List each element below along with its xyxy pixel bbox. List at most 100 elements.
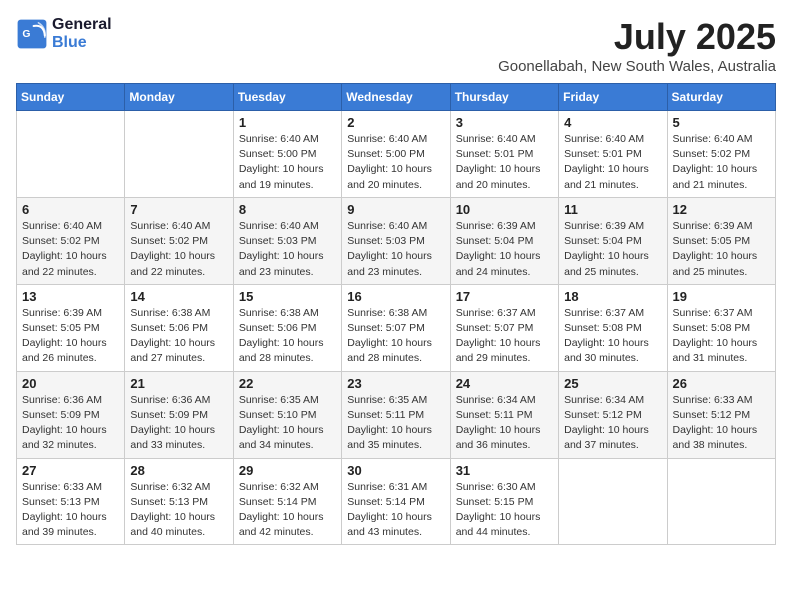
calendar-cell: 12 Sunrise: 6:39 AMSunset: 5:05 PMDayligh… bbox=[667, 197, 775, 284]
calendar-header-row: SundayMondayTuesdayWednesdayThursdayFrid… bbox=[17, 84, 776, 111]
calendar-cell: 11 Sunrise: 6:39 AMSunset: 5:04 PMDayligh… bbox=[559, 197, 667, 284]
day-info: Sunrise: 6:36 AMSunset: 5:09 PMDaylight:… bbox=[130, 393, 227, 454]
calendar-cell: 26Sunrise: 6:33 AMSunset: 5:12 PMDayligh… bbox=[667, 371, 775, 458]
calendar-cell bbox=[667, 458, 775, 545]
calendar-cell: 4 Sunrise: 6:40 AMSunset: 5:01 PMDaylight… bbox=[559, 111, 667, 198]
calendar-cell: 20 Sunrise: 6:36 AMSunset: 5:09 PMDayligh… bbox=[17, 371, 125, 458]
calendar-cell: 17 Sunrise: 6:37 AMSunset: 5:07 PMDayligh… bbox=[450, 284, 558, 371]
day-number: 11 bbox=[564, 202, 661, 217]
day-info: Sunrise: 6:40 AMSunset: 5:02 PMDaylight:… bbox=[673, 132, 770, 193]
calendar-cell: 31Sunrise: 6:30 AMSunset: 5:15 PMDayligh… bbox=[450, 458, 558, 545]
day-number: 30 bbox=[347, 463, 444, 478]
day-number: 19 bbox=[673, 289, 770, 304]
day-number: 12 bbox=[673, 202, 770, 217]
calendar-week-row: 27 Sunrise: 6:33 AMSunset: 5:13 PMDayligh… bbox=[17, 458, 776, 545]
day-info: Sunrise: 6:37 AMSunset: 5:08 PMDaylight:… bbox=[564, 306, 661, 367]
location-subtitle: Goonellabah, New South Wales, Australia bbox=[498, 58, 776, 75]
day-info: Sunrise: 6:35 AMSunset: 5:10 PMDaylight:… bbox=[239, 393, 336, 454]
calendar-cell: 29 Sunrise: 6:32 AMSunset: 5:14 PMDayligh… bbox=[233, 458, 341, 545]
day-number: 13 bbox=[22, 289, 119, 304]
calendar-cell: 15 Sunrise: 6:38 AMSunset: 5:06 PMDayligh… bbox=[233, 284, 341, 371]
calendar-cell: 21 Sunrise: 6:36 AMSunset: 5:09 PMDayligh… bbox=[125, 371, 233, 458]
day-number: 20 bbox=[22, 376, 119, 391]
calendar-cell: 2 Sunrise: 6:40 AMSunset: 5:00 PMDaylight… bbox=[342, 111, 450, 198]
month-year-title: July 2025 bbox=[498, 16, 776, 58]
day-number: 29 bbox=[239, 463, 336, 478]
day-info: Sunrise: 6:40 AMSunset: 5:01 PMDaylight:… bbox=[564, 132, 661, 193]
svg-text:G: G bbox=[22, 29, 30, 40]
calendar-body: 1Sunrise: 6:40 AMSunset: 5:00 PMDaylight… bbox=[17, 111, 776, 545]
calendar-cell: 3Sunrise: 6:40 AMSunset: 5:01 PMDaylight… bbox=[450, 111, 558, 198]
calendar-table: SundayMondayTuesdayWednesdayThursdayFrid… bbox=[16, 83, 776, 545]
day-number: 25 bbox=[564, 376, 661, 391]
day-info: Sunrise: 6:38 AMSunset: 5:06 PMDaylight:… bbox=[130, 306, 227, 367]
day-number: 31 bbox=[456, 463, 553, 478]
calendar-week-row: 20 Sunrise: 6:36 AMSunset: 5:09 PMDayligh… bbox=[17, 371, 776, 458]
day-number: 5 bbox=[673, 115, 770, 130]
day-number: 10 bbox=[456, 202, 553, 217]
day-number: 6 bbox=[22, 202, 119, 217]
day-info: Sunrise: 6:40 AMSunset: 5:02 PMDaylight:… bbox=[22, 219, 119, 280]
day-number: 17 bbox=[456, 289, 553, 304]
day-info: Sunrise: 6:40 AMSunset: 5:03 PMDaylight:… bbox=[347, 219, 444, 280]
calendar-cell: 24Sunrise: 6:34 AMSunset: 5:11 PMDayligh… bbox=[450, 371, 558, 458]
day-info: Sunrise: 6:39 AMSunset: 5:05 PMDaylight:… bbox=[22, 306, 119, 367]
day-info: Sunrise: 6:33 AMSunset: 5:12 PMDaylight:… bbox=[673, 393, 770, 454]
calendar-header-thursday: Thursday bbox=[450, 84, 558, 111]
day-info: Sunrise: 6:34 AMSunset: 5:12 PMDaylight:… bbox=[564, 393, 661, 454]
calendar-cell: 28 Sunrise: 6:32 AMSunset: 5:13 PMDayligh… bbox=[125, 458, 233, 545]
day-number: 15 bbox=[239, 289, 336, 304]
day-info: Sunrise: 6:40 AMSunset: 5:01 PMDaylight:… bbox=[456, 132, 553, 193]
day-info: Sunrise: 6:33 AMSunset: 5:13 PMDaylight:… bbox=[22, 480, 119, 541]
calendar-cell: 1Sunrise: 6:40 AMSunset: 5:00 PMDaylight… bbox=[233, 111, 341, 198]
logo-icon: G bbox=[16, 18, 48, 50]
day-info: Sunrise: 6:37 AMSunset: 5:07 PMDaylight:… bbox=[456, 306, 553, 367]
day-info: Sunrise: 6:35 AMSunset: 5:11 PMDaylight:… bbox=[347, 393, 444, 454]
calendar-cell: 5 Sunrise: 6:40 AMSunset: 5:02 PMDaylight… bbox=[667, 111, 775, 198]
day-number: 16 bbox=[347, 289, 444, 304]
calendar-cell: 16Sunrise: 6:38 AMSunset: 5:07 PMDayligh… bbox=[342, 284, 450, 371]
day-info: Sunrise: 6:32 AMSunset: 5:13 PMDaylight:… bbox=[130, 480, 227, 541]
calendar-cell: 8Sunrise: 6:40 AMSunset: 5:03 PMDaylight… bbox=[233, 197, 341, 284]
day-info: Sunrise: 6:31 AMSunset: 5:14 PMDaylight:… bbox=[347, 480, 444, 541]
day-number: 21 bbox=[130, 376, 227, 391]
day-number: 27 bbox=[22, 463, 119, 478]
day-info: Sunrise: 6:39 AMSunset: 5:05 PMDaylight:… bbox=[673, 219, 770, 280]
calendar-cell: 25 Sunrise: 6:34 AMSunset: 5:12 PMDayligh… bbox=[559, 371, 667, 458]
title-area: July 2025 Goonellabah, New South Wales, … bbox=[498, 16, 776, 75]
day-info: Sunrise: 6:37 AMSunset: 5:08 PMDaylight:… bbox=[673, 306, 770, 367]
day-info: Sunrise: 6:39 AMSunset: 5:04 PMDaylight:… bbox=[456, 219, 553, 280]
day-info: Sunrise: 6:34 AMSunset: 5:11 PMDaylight:… bbox=[456, 393, 553, 454]
calendar-cell: 10 Sunrise: 6:39 AMSunset: 5:04 PMDayligh… bbox=[450, 197, 558, 284]
calendar-week-row: 1Sunrise: 6:40 AMSunset: 5:00 PMDaylight… bbox=[17, 111, 776, 198]
day-info: Sunrise: 6:40 AMSunset: 5:03 PMDaylight:… bbox=[239, 219, 336, 280]
day-number: 22 bbox=[239, 376, 336, 391]
calendar-cell: 7 Sunrise: 6:40 AMSunset: 5:02 PMDaylight… bbox=[125, 197, 233, 284]
day-info: Sunrise: 6:32 AMSunset: 5:14 PMDaylight:… bbox=[239, 480, 336, 541]
calendar-header-sunday: Sunday bbox=[17, 84, 125, 111]
calendar-header-monday: Monday bbox=[125, 84, 233, 111]
calendar-cell bbox=[559, 458, 667, 545]
day-info: Sunrise: 6:40 AMSunset: 5:00 PMDaylight:… bbox=[239, 132, 336, 193]
day-info: Sunrise: 6:36 AMSunset: 5:09 PMDaylight:… bbox=[22, 393, 119, 454]
calendar-week-row: 13 Sunrise: 6:39 AMSunset: 5:05 PMDayligh… bbox=[17, 284, 776, 371]
calendar-header-tuesday: Tuesday bbox=[233, 84, 341, 111]
day-info: Sunrise: 6:40 AMSunset: 5:02 PMDaylight:… bbox=[130, 219, 227, 280]
calendar-cell: 9Sunrise: 6:40 AMSunset: 5:03 PMDaylight… bbox=[342, 197, 450, 284]
calendar-cell: 19 Sunrise: 6:37 AMSunset: 5:08 PMDayligh… bbox=[667, 284, 775, 371]
logo: G General Blue bbox=[16, 16, 112, 51]
day-info: Sunrise: 6:39 AMSunset: 5:04 PMDaylight:… bbox=[564, 219, 661, 280]
day-number: 28 bbox=[130, 463, 227, 478]
calendar-header-wednesday: Wednesday bbox=[342, 84, 450, 111]
day-number: 2 bbox=[347, 115, 444, 130]
day-number: 14 bbox=[130, 289, 227, 304]
page-header: G General Blue July 2025 Goonellabah, Ne… bbox=[16, 16, 776, 75]
day-info: Sunrise: 6:40 AMSunset: 5:00 PMDaylight:… bbox=[347, 132, 444, 193]
calendar-cell: 18Sunrise: 6:37 AMSunset: 5:08 PMDayligh… bbox=[559, 284, 667, 371]
day-number: 4 bbox=[564, 115, 661, 130]
calendar-cell: 14 Sunrise: 6:38 AMSunset: 5:06 PMDayligh… bbox=[125, 284, 233, 371]
calendar-cell: 30 Sunrise: 6:31 AMSunset: 5:14 PMDayligh… bbox=[342, 458, 450, 545]
day-number: 7 bbox=[130, 202, 227, 217]
calendar-cell: 27 Sunrise: 6:33 AMSunset: 5:13 PMDayligh… bbox=[17, 458, 125, 545]
day-info: Sunrise: 6:38 AMSunset: 5:06 PMDaylight:… bbox=[239, 306, 336, 367]
